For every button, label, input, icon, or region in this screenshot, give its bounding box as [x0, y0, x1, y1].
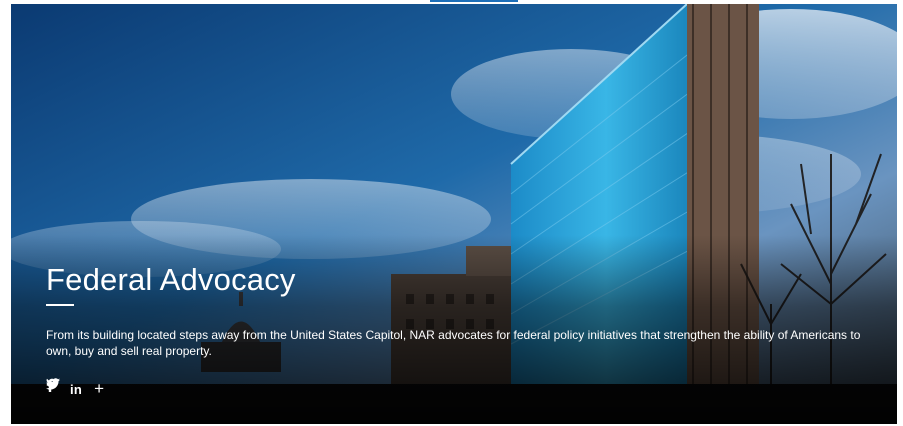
twitter-icon [46, 378, 60, 390]
hero-banner: Federal Advocacy From its building locat… [11, 4, 897, 424]
social-share-bar: in + [46, 378, 104, 400]
active-nav-indicator [430, 0, 518, 2]
title-underline [46, 304, 74, 306]
linkedin-share-button[interactable]: in [70, 379, 82, 399]
hero-description: From its building located steps away fro… [46, 328, 861, 358]
hero-dark-overlay [11, 4, 897, 424]
plus-icon: + [94, 379, 105, 398]
linkedin-icon: in [70, 381, 83, 397]
more-share-button[interactable]: + [94, 379, 104, 399]
page-title: Federal Advocacy [46, 262, 296, 297]
